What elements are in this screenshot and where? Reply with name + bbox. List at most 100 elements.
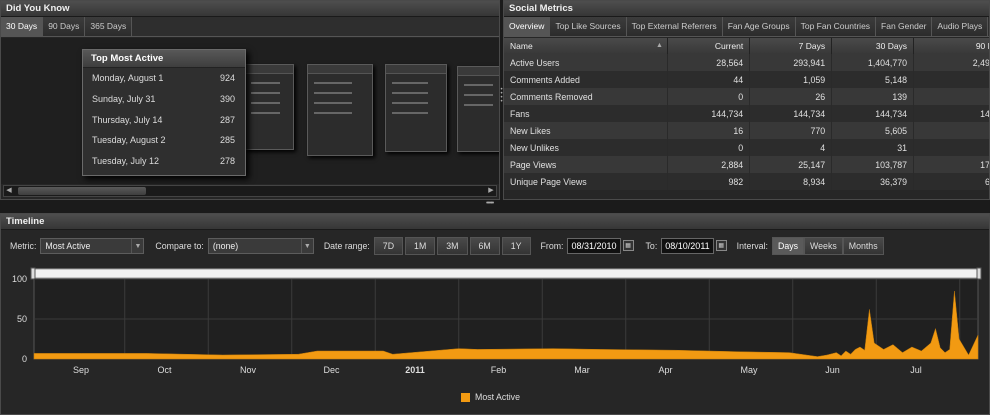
- chart-legend: Most Active: [461, 392, 520, 402]
- metric-value-cell: 144,734: [831, 105, 915, 122]
- x-tick-label: 2011: [405, 365, 425, 375]
- metric-name-cell: New Unlikes: [504, 139, 669, 156]
- date-range-label: Date range:: [323, 240, 370, 251]
- range-slider-handle-right[interactable]: [976, 267, 982, 280]
- metric-name-cell: Comments Added: [504, 71, 669, 88]
- carousel-card[interactable]: [457, 66, 499, 152]
- timeline-chart[interactable]: 100 50 0 Sep Oct Nov Dec 2011 Feb Mar Apr May Jun Jul: [1, 264, 989, 389]
- calendar-icon[interactable]: ▦: [715, 240, 727, 251]
- top-card-value: 390: [219, 93, 235, 104]
- tab-30-days[interactable]: 30 Days: [1, 17, 44, 36]
- date-range-buttons: 7D 1M 3M 6M 1Y: [373, 236, 531, 255]
- metric-value-cell: 2,884: [667, 156, 751, 173]
- timeline-controls: Metric: Most Active ▼ Compare to: (none)…: [1, 233, 989, 258]
- metric-value-cell: 9,0: [913, 71, 989, 88]
- column-header-7-days[interactable]: 7 Days: [749, 38, 833, 54]
- column-header-90-days[interactable]: 90 Days: [913, 38, 989, 54]
- tab-90-days[interactable]: 90 Days: [43, 17, 86, 36]
- top-card-date: Tuesday, August 2: [92, 135, 166, 146]
- social-metrics-panel: Social Metrics Overview Top Like Sources T…: [503, 0, 990, 200]
- x-tick-label: Mar: [574, 365, 590, 375]
- table-row[interactable]: New Likes167705,6058,72: [504, 122, 989, 139]
- scroll-right-icon[interactable]: ▶: [486, 186, 496, 196]
- metric-value-cell: 7: [913, 139, 989, 156]
- metric-value-cell: 62,19: [913, 173, 989, 190]
- range-button-3m[interactable]: 3M: [437, 236, 468, 255]
- to-date-input[interactable]: 08/10/2011: [661, 237, 714, 254]
- table-row[interactable]: Comments Added441,0595,1489,0: [504, 71, 989, 88]
- carousel-card[interactable]: [244, 64, 294, 150]
- metric-value-cell: 982: [667, 173, 751, 190]
- carousel-card[interactable]: [385, 64, 447, 152]
- metric-value-cell: 4: [749, 139, 833, 156]
- interval-button-months[interactable]: Months: [842, 236, 884, 255]
- horizontal-scrollbar[interactable]: ◀ ▶: [3, 185, 497, 197]
- from-label: From:: [540, 240, 564, 251]
- metric-value-cell: 139: [831, 88, 915, 105]
- column-header-30-days[interactable]: 30 Days: [831, 38, 915, 54]
- horizontal-splitter-handle[interactable]: •••••: [486, 200, 506, 208]
- sort-ascending-icon[interactable]: ▲: [656, 42, 663, 49]
- timeline-title: Timeline: [1, 214, 989, 230]
- metric-value-cell: 8,934: [749, 173, 833, 190]
- social-metrics-tabs: Overview Top Like Sources Top External Ref…: [504, 17, 989, 37]
- metric-value-cell: 770: [749, 122, 833, 139]
- did-you-know-panel: Did You Know 30 Days 90 Days 365 Days To…: [0, 0, 500, 200]
- tab-top-external-referrers[interactable]: Top External Referrers: [626, 17, 723, 36]
- table-row[interactable]: Unique Page Views9828,93436,37962,19: [504, 173, 989, 190]
- range-button-1y[interactable]: 1Y: [501, 236, 531, 255]
- top-card-value: 285: [219, 135, 235, 146]
- metric-name-cell: Page Views: [504, 156, 669, 173]
- tab-top-like-sources[interactable]: Top Like Sources: [550, 17, 627, 36]
- metric-value-cell: 144,73: [913, 105, 989, 122]
- x-tick-label: Sep: [73, 365, 89, 375]
- metric-value-cell: 2,496,67: [913, 54, 989, 71]
- metric-value-cell: 8,72: [913, 122, 989, 139]
- range-button-7d[interactable]: 7D: [373, 236, 404, 255]
- chevron-down-icon: ▼: [131, 238, 143, 253]
- carousel-card[interactable]: [307, 64, 373, 156]
- table-row[interactable]: New Unlikes04317: [504, 139, 989, 156]
- range-button-1m[interactable]: 1M: [405, 236, 436, 255]
- calendar-icon[interactable]: ▦: [622, 240, 634, 251]
- table-row[interactable]: Comments Removed0261392: [504, 88, 989, 105]
- metric-value-cell: 31: [831, 139, 915, 156]
- compare-select[interactable]: (none) ▼: [207, 237, 314, 254]
- interval-button-weeks[interactable]: Weeks: [804, 236, 843, 255]
- tab-overview[interactable]: Overview: [504, 17, 551, 36]
- from-date-input[interactable]: 08/31/2010: [567, 237, 621, 254]
- y-tick-label: 50: [17, 314, 27, 324]
- tab-fan-age-groups[interactable]: Fan Age Groups: [722, 17, 796, 36]
- interval-button-days[interactable]: Days: [771, 236, 805, 255]
- table-row[interactable]: Fans144,734144,734144,734144,73: [504, 105, 989, 122]
- metric-value-cell: 2: [913, 88, 989, 105]
- tab-fan-gender[interactable]: Fan Gender: [876, 17, 933, 36]
- metric-value-cell: 0: [667, 139, 751, 156]
- x-tick-label: Oct: [157, 365, 172, 375]
- table-row[interactable]: Page Views2,88425,147103,787173,93: [504, 156, 989, 173]
- scrollbar-thumb[interactable]: [18, 187, 146, 195]
- tab-top-fan-countries[interactable]: Top Fan Countries: [795, 17, 877, 36]
- range-slider-handle-left[interactable]: [30, 267, 36, 280]
- x-tick-label: Dec: [323, 365, 340, 375]
- top-card-row: Tuesday, July 12 278: [83, 151, 245, 172]
- column-header-current[interactable]: Current: [667, 38, 751, 54]
- x-tick-label: Jun: [825, 365, 840, 375]
- metric-value-cell: 44: [667, 71, 751, 88]
- tab-365-days[interactable]: 365 Days: [85, 17, 133, 36]
- x-tick-label: Apr: [658, 365, 672, 375]
- metric-select[interactable]: Most Active ▼: [40, 237, 145, 254]
- top-card-date: Thursday, July 14: [92, 114, 163, 125]
- compare-select-value: (none): [212, 240, 239, 251]
- metric-value-cell: 173,93: [913, 156, 989, 173]
- column-header-name[interactable]: Name: [504, 38, 669, 54]
- scroll-left-icon[interactable]: ◀: [4, 186, 14, 196]
- metric-value-cell: 144,734: [667, 105, 751, 122]
- range-slider-bar[interactable]: [33, 268, 979, 279]
- table-row[interactable]: Active Users28,564293,9411,404,7702,496,…: [504, 54, 989, 71]
- metric-value-cell: 16: [667, 122, 751, 139]
- range-button-6m[interactable]: 6M: [469, 236, 500, 255]
- metric-value-cell: 1,059: [749, 71, 833, 88]
- top-most-active-card[interactable]: Top Most Active Monday, August 1 924 Sunda…: [82, 49, 246, 176]
- tab-audio-plays[interactable]: Audio Plays: [932, 17, 989, 36]
